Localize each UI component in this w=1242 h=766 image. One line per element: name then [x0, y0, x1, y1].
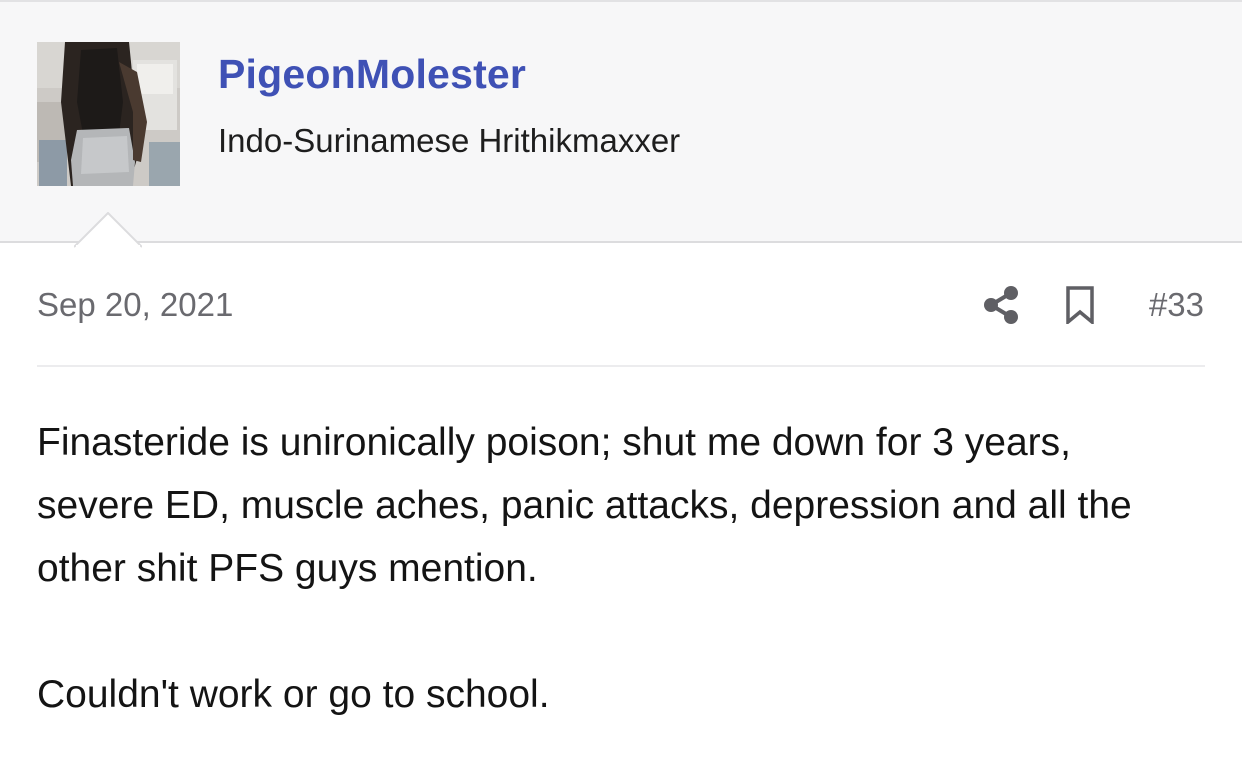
post-meta-divider	[37, 365, 1205, 367]
username-link[interactable]: PigeonMolester	[218, 51, 526, 98]
user-title: Indo-Surinamese Hrithikmaxxer	[218, 122, 681, 159]
forum-post: PigeonMolester Indo-Surinamese Hrithikma…	[0, 0, 1242, 766]
post-paragraph: Couldn't work or go to school.	[37, 673, 550, 716]
share-icon[interactable]	[982, 285, 1020, 325]
avatar-photo	[37, 42, 180, 186]
header-pointer-arrow	[74, 212, 142, 248]
post-user-header: PigeonMolester Indo-Surinamese Hrithikma…	[0, 0, 1242, 248]
post-paragraph: Finasteride is unironically poison; shut…	[37, 421, 1132, 590]
post-date[interactable]: Sep 20, 2021	[37, 286, 233, 324]
user-avatar[interactable]	[37, 42, 180, 186]
bookmark-icon[interactable]	[1064, 286, 1096, 324]
post-number-link[interactable]: #33	[1149, 286, 1204, 324]
post-body: Finasteride is unironically poison; shut…	[37, 411, 1187, 726]
